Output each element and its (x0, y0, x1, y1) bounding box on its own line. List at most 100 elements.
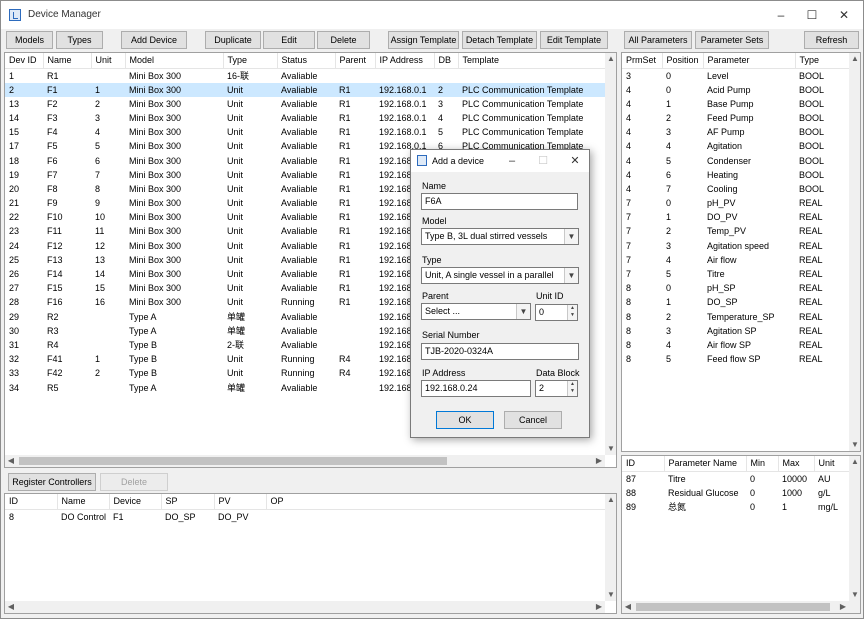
parameter-definition-row[interactable]: 87 Titre 0 10000 AU (622, 471, 849, 486)
type-select[interactable]: Unit, A single vessel in a parallel ▼ (421, 267, 579, 284)
column-header[interactable]: Max (778, 456, 815, 472)
scroll-left-icon[interactable]: ◀ (5, 601, 17, 613)
controllers-vscrollbar[interactable]: ▲ ▼ (605, 494, 616, 601)
column-header[interactable]: Type (795, 53, 850, 69)
column-header[interactable]: Template (458, 53, 606, 69)
column-header[interactable]: ID (5, 494, 58, 510)
parameter-row[interactable]: 8 3 Agitation SP REAL (622, 324, 849, 338)
maximize-icon[interactable]: ☐ (797, 5, 827, 25)
parent-select[interactable]: Select ... ▼ (421, 303, 531, 320)
parameter-definition-row[interactable]: 89 总氮 0 1 mg/L (622, 500, 849, 514)
column-header[interactable]: Type (223, 53, 278, 69)
column-header[interactable]: Unit (91, 53, 126, 69)
spin-down-icon[interactable]: ▼ (568, 388, 577, 395)
duplicate-button[interactable]: Duplicate (205, 31, 261, 49)
parameter-row[interactable]: 7 1 DO_PV REAL (622, 210, 849, 224)
chevron-down-icon[interactable]: ▼ (564, 229, 578, 244)
column-header[interactable]: Name (57, 494, 110, 510)
device-row[interactable]: 13 F2 2 Mini Box 300 Unit Avaliable R1 192.168.… (5, 97, 605, 111)
parameter-row[interactable]: 4 1 Base Pump BOOL (622, 97, 849, 111)
column-header[interactable]: Parameter Name (664, 456, 747, 472)
register-controllers-button[interactable]: Register Controllers (8, 473, 96, 491)
devices-vscrollbar[interactable]: ▲ ▼ (605, 53, 616, 455)
scroll-up-icon[interactable]: ▲ (849, 53, 860, 65)
parameter-row[interactable]: 4 5 Condenser BOOL (622, 153, 849, 167)
dialog-close-icon[interactable]: ✕ (565, 152, 585, 170)
parameter-sets-button[interactable]: Parameter Sets (695, 31, 769, 49)
detach-template-button[interactable]: Detach Template (462, 31, 537, 49)
column-header[interactable]: Status (277, 53, 336, 69)
devices-hscrollbar[interactable]: ◀ ▶ (5, 455, 605, 467)
delete-controller-button[interactable]: Delete (100, 473, 168, 491)
device-row[interactable]: 15 F4 4 Mini Box 300 Unit Avaliable R1 192.168.… (5, 125, 605, 139)
parameter-row[interactable]: 4 2 Feed Pump BOOL (622, 111, 849, 125)
spin-up-icon[interactable]: ▲ (568, 381, 577, 388)
spin-buttons[interactable]: ▲ ▼ (567, 305, 577, 320)
parameter-row[interactable]: 8 1 DO_SP REAL (622, 295, 849, 309)
parameter-row[interactable]: 8 4 Air flow SP REAL (622, 338, 849, 352)
parameter-row[interactable]: 7 0 pH_PV REAL (622, 196, 849, 210)
column-header[interactable]: Device (109, 494, 162, 510)
controller-row[interactable]: 8 DO Control F1 DO_SP DO_PV (5, 509, 605, 524)
all-parameters-button[interactable]: All Parameters (624, 31, 692, 49)
definitions-hscrollbar[interactable]: ◀ ▶ (622, 601, 849, 613)
scroll-right-icon[interactable]: ▶ (593, 455, 605, 467)
parameter-row[interactable]: 3 0 Level BOOL (622, 68, 849, 83)
parameter-row[interactable]: 8 5 Feed flow SP REAL (622, 352, 849, 366)
scroll-down-icon[interactable]: ▼ (849, 589, 860, 601)
column-header[interactable]: PrmSet (622, 53, 663, 69)
spin-buttons[interactable]: ▲ ▼ (567, 381, 577, 396)
parameter-row[interactable]: 7 2 Temp_PV REAL (622, 224, 849, 238)
edit-template-button[interactable]: Edit Template (540, 31, 608, 49)
close-icon[interactable]: ✕ (829, 5, 859, 25)
scroll-left-icon[interactable]: ◀ (622, 601, 634, 613)
parameter-row[interactable]: 7 4 Air flow REAL (622, 253, 849, 267)
scroll-thumb[interactable] (636, 603, 830, 611)
scroll-down-icon[interactable]: ▼ (605, 443, 616, 455)
device-row[interactable]: 2 F1 1 Mini Box 300 Unit Avaliable R1 192.168.0… (5, 82, 605, 97)
column-header[interactable]: PV (214, 494, 267, 510)
unit-id-stepper[interactable]: 0 ▲ ▼ (535, 304, 578, 321)
column-header[interactable]: Model (125, 53, 224, 69)
scroll-right-icon[interactable]: ▶ (593, 601, 605, 613)
column-header[interactable]: Min (746, 456, 779, 472)
column-header[interactable]: SP (161, 494, 215, 510)
scroll-up-icon[interactable]: ▲ (849, 456, 860, 468)
parameter-row[interactable]: 4 7 Cooling BOOL (622, 182, 849, 196)
column-header[interactable]: Name (43, 53, 92, 69)
parameter-row[interactable]: 4 6 Heating BOOL (622, 168, 849, 182)
types-button[interactable]: Types (56, 31, 103, 49)
refresh-button[interactable]: Refresh (804, 31, 859, 49)
minimize-icon[interactable]: – (766, 5, 796, 25)
models-button[interactable]: Models (6, 31, 53, 49)
scroll-up-icon[interactable]: ▲ (605, 494, 616, 506)
add-device-button[interactable]: Add Device (121, 31, 187, 49)
column-header[interactable]: ID (622, 456, 665, 472)
data-block-stepper[interactable]: 2 ▲ ▼ (535, 380, 578, 397)
chevron-down-icon[interactable]: ▼ (564, 268, 578, 283)
scroll-left-icon[interactable]: ◀ (5, 455, 17, 467)
column-header[interactable]: Unit (814, 456, 850, 472)
parameter-row[interactable]: 4 4 Agitation BOOL (622, 139, 849, 153)
column-header[interactable]: Parent (335, 53, 376, 69)
parameters-vscrollbar[interactable]: ▲ ▼ (849, 53, 860, 451)
chevron-down-icon[interactable]: ▼ (516, 304, 530, 319)
parameter-row[interactable]: 8 2 Temperature_SP REAL (622, 310, 849, 324)
parameter-row[interactable]: 7 3 Agitation speed REAL (622, 239, 849, 253)
parameter-row[interactable]: 7 5 Titre REAL (622, 267, 849, 281)
cancel-button[interactable]: Cancel (504, 411, 562, 429)
column-header[interactable]: Parameter (703, 53, 796, 69)
parameter-row[interactable]: 4 3 AF Pump BOOL (622, 125, 849, 139)
dialog-minimize-icon[interactable]: – (502, 152, 522, 170)
scroll-down-icon[interactable]: ▼ (605, 589, 616, 601)
ip-address-input[interactable]: 192.168.0.24 (421, 380, 531, 397)
name-input[interactable]: F6A (421, 193, 578, 210)
serial-number-input[interactable]: TJB-2020-0324A (421, 343, 579, 360)
column-header[interactable]: DB (434, 53, 459, 69)
model-select[interactable]: Type B, 3L dual stirred vessels ▼ (421, 228, 579, 245)
parameter-definition-row[interactable]: 88 Residual Glucose 0 1000 g/L (622, 486, 849, 500)
column-header[interactable]: IP Address (375, 53, 435, 69)
column-header[interactable]: OP (266, 494, 606, 510)
column-header[interactable]: Dev ID (5, 53, 44, 69)
delete-button[interactable]: Delete (317, 31, 370, 49)
